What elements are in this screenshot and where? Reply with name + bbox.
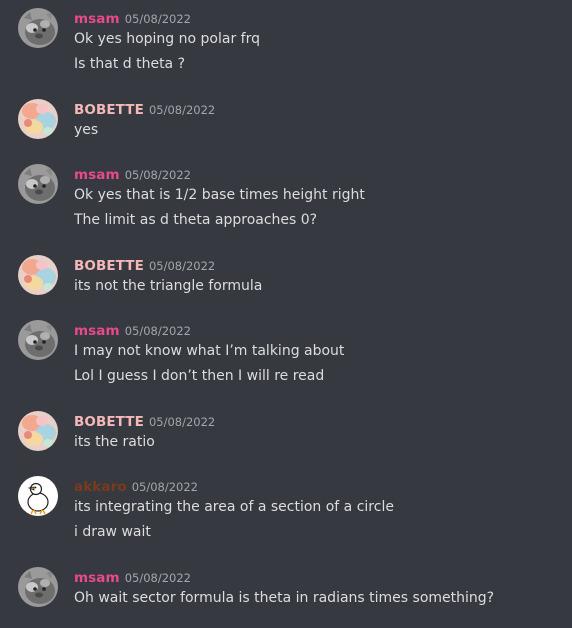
username[interactable]: msam [74, 570, 120, 586]
message-line: Oh wait sector formula is theta in radia… [74, 590, 495, 606]
message-header: akkaro 05/08/2022 [74, 476, 198, 496]
timestamp: 05/08/2022 [124, 12, 191, 26]
pastel-avatar[interactable] [18, 255, 58, 295]
message-header: msam 05/08/2022 [74, 8, 191, 28]
message-line: Lol I guess I don’t then I will re read [74, 368, 325, 384]
pastel-avatar[interactable] [18, 411, 58, 451]
username[interactable]: BOBETTE [74, 414, 144, 430]
timestamp: 05/08/2022 [148, 259, 216, 273]
message-header: BOBETTE 05/08/2022 [74, 99, 215, 119]
message-line: yes [74, 122, 99, 138]
message-line: i draw wait [74, 524, 151, 540]
message-header: msam 05/08/2022 [74, 164, 191, 184]
username[interactable]: BOBETTE [74, 258, 144, 274]
message-line: The limit as d theta approaches 0? [74, 212, 318, 228]
timestamp: 05/08/2022 [148, 415, 216, 429]
message-line: Ok yes hoping no polar frq [74, 31, 260, 47]
message-header: msam 05/08/2022 [74, 320, 191, 340]
message-line: its integrating the area of a section of… [74, 499, 394, 515]
timestamp: 05/08/2022 [148, 103, 216, 117]
gray-cat-avatar[interactable] [18, 164, 58, 204]
gray-cat-avatar[interactable] [18, 567, 58, 607]
message-line: Is that d theta ? [74, 56, 186, 72]
username[interactable]: BOBETTE [74, 102, 144, 118]
timestamp: 05/08/2022 [131, 480, 199, 494]
username[interactable]: msam [74, 11, 120, 27]
gray-cat-avatar[interactable] [18, 8, 58, 48]
chat-messages: msam 05/08/2022 Ok yes hoping no polar fr… [0, 0, 572, 628]
duck-avatar[interactable] [18, 476, 58, 516]
message-line: its not the triangle formula [74, 278, 263, 294]
timestamp: 05/08/2022 [124, 571, 191, 585]
timestamp: 05/08/2022 [124, 168, 191, 182]
pastel-avatar[interactable] [18, 99, 58, 139]
username[interactable]: akkaro [74, 479, 127, 495]
message-line: its the ratio [74, 434, 155, 450]
timestamp: 05/08/2022 [124, 324, 191, 338]
message-line: Ok yes that is 1/2 base times height rig… [74, 187, 365, 203]
message-header: msam 05/08/2022 [74, 567, 191, 587]
username[interactable]: msam [74, 167, 120, 183]
message-header: BOBETTE 05/08/2022 [74, 411, 215, 431]
username[interactable]: msam [74, 323, 120, 339]
gray-cat-avatar[interactable] [18, 320, 58, 360]
message-header: BOBETTE 05/08/2022 [74, 255, 215, 275]
message-line: I may not know what I’m talking about [74, 343, 345, 359]
